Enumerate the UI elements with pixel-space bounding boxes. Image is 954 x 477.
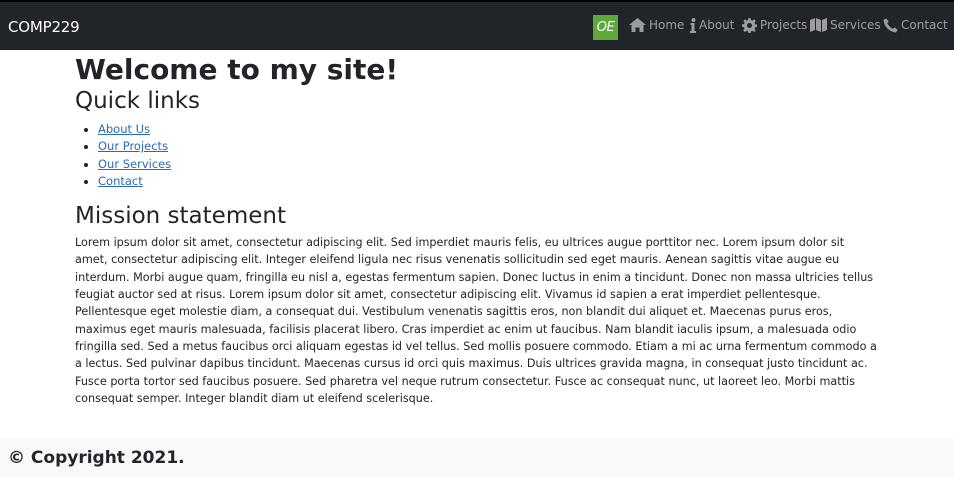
footer: © Copyright 2021.	[0, 438, 954, 477]
nav-contact-label: Contact	[901, 18, 948, 32]
phone-icon	[883, 17, 898, 33]
nav-projects-link[interactable]: Projects	[742, 15, 807, 35]
mission-text: Lorem ipsum dolor sit amet, consectetur …	[75, 236, 877, 405]
our-projects-link[interactable]: Our Projects	[98, 139, 168, 153]
brand-link[interactable]: COMP229	[8, 18, 80, 36]
quick-links-list: About Us Our Projects Our Services Conta…	[98, 121, 880, 190]
page-title: Welcome to my site!	[75, 53, 399, 86]
list-item: Our Services	[98, 156, 880, 173]
quick-links-heading: Quick links	[75, 88, 201, 114]
map-icon	[810, 18, 827, 32]
nav-about-label: About	[699, 18, 735, 32]
info-icon	[690, 17, 696, 33]
nav-home-label: Home	[649, 18, 685, 32]
copyright-text: © Copyright 2021.	[8, 447, 185, 468]
gear-icon	[742, 17, 757, 33]
nav-services-link[interactable]: Services	[810, 15, 881, 35]
list-item: About Us	[98, 121, 880, 138]
main-content: Welcome to my site! Quick links About Us…	[75, 52, 880, 407]
nav-home-link[interactable]: Home	[629, 15, 684, 35]
nav-contact-link[interactable]: Contact	[883, 15, 948, 35]
about-us-link[interactable]: About Us	[98, 122, 150, 136]
mission-heading: Mission statement	[75, 203, 286, 230]
nav-services-label: Services	[830, 18, 881, 32]
site-logo[interactable]: OE	[593, 15, 618, 40]
contact-link[interactable]: Contact	[98, 174, 143, 188]
top-navbar: COMP229 OE Home About Projects Services …	[0, 0, 954, 50]
nav-about-link[interactable]: About	[690, 15, 734, 35]
nav-projects-label: Projects	[760, 18, 808, 32]
home-icon	[629, 18, 646, 32]
list-item: Our Projects	[98, 138, 880, 155]
our-services-link[interactable]: Our Services	[98, 157, 171, 171]
list-item: Contact	[98, 173, 880, 190]
